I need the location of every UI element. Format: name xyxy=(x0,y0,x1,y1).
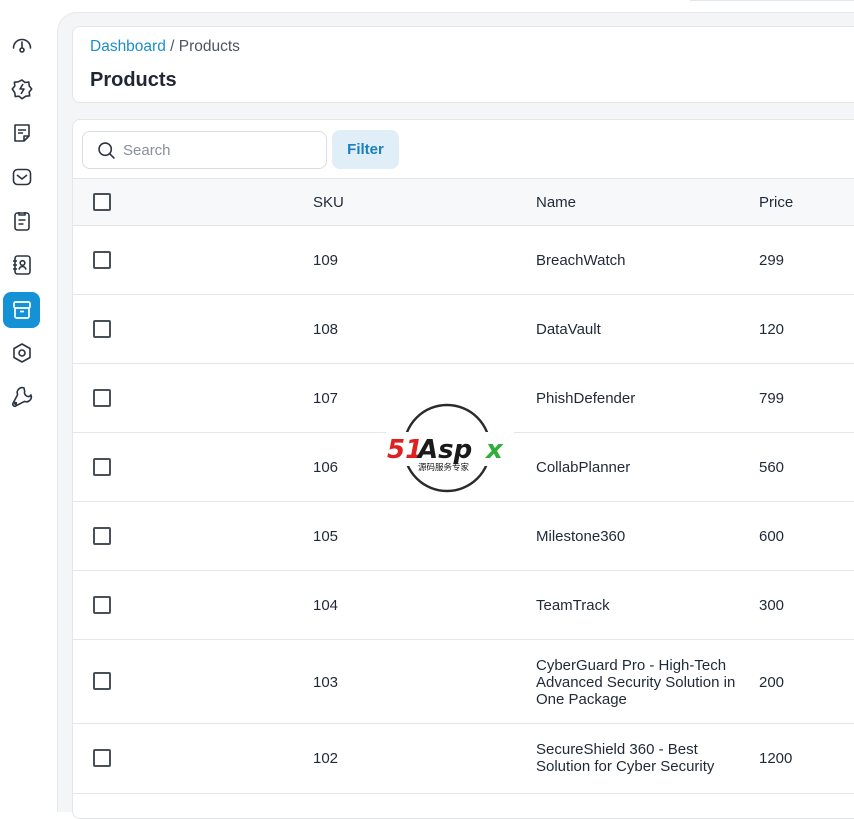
table-header: SKU Name Price xyxy=(73,178,854,226)
table-row[interactable]: 105 Milestone360 600 xyxy=(73,502,854,571)
row-checkbox[interactable] xyxy=(93,672,111,690)
cell-name: BreachWatch xyxy=(536,252,626,269)
svg-text:Asp: Asp xyxy=(416,435,472,465)
row-checkbox[interactable] xyxy=(93,251,111,269)
row-checkbox[interactable] xyxy=(93,527,111,545)
cell-name: CollabPlanner xyxy=(536,459,631,476)
svg-text:源码服务专家: 源码服务专家 xyxy=(418,462,470,473)
page-title: Products xyxy=(90,69,177,91)
cell-price: 300 xyxy=(759,597,785,614)
row-checkbox[interactable] xyxy=(93,749,111,767)
sidebar xyxy=(0,0,44,786)
table-row[interactable]: 104 TeamTrack 300 xyxy=(73,571,854,640)
cell-sku: 104 xyxy=(313,597,339,614)
sidebar-item-contacts[interactable] xyxy=(3,247,40,283)
sidebar-item-tools[interactable] xyxy=(3,379,40,415)
breadcrumb-link-dashboard[interactable]: Dashboard xyxy=(90,38,166,55)
cell-sku: 107 xyxy=(313,390,339,407)
cell-name: CyberGuard Pro - High-Tech Advanced Secu… xyxy=(536,657,736,708)
cell-price: 200 xyxy=(759,674,785,691)
cell-name: TeamTrack xyxy=(536,597,610,614)
cell-price: 600 xyxy=(759,528,785,545)
select-all-checkbox[interactable] xyxy=(93,193,111,211)
contacts-icon xyxy=(12,255,31,275)
svg-text:x: x xyxy=(484,435,504,465)
sidebar-item-products[interactable] xyxy=(3,292,40,328)
page-header: Dashboard / Products Products xyxy=(72,26,854,103)
sidebar-item-notes[interactable] xyxy=(3,115,40,151)
column-header-sku[interactable]: SKU xyxy=(313,194,344,211)
row-checkbox[interactable] xyxy=(93,458,111,476)
watermark-badge-icon: 51 Asp x 源码服务专家 xyxy=(386,403,514,493)
cell-price: 560 xyxy=(759,459,785,476)
table-row[interactable]: 103 CyberGuard Pro - High-Tech Advanced … xyxy=(73,640,854,724)
column-header-price[interactable]: Price xyxy=(759,194,793,211)
products-box-icon xyxy=(12,301,31,319)
row-checkbox[interactable] xyxy=(93,320,111,338)
table-row[interactable]: 108 DataVault 120 xyxy=(73,295,854,364)
cell-name: PhishDefender xyxy=(536,390,636,407)
column-header-name[interactable]: Name xyxy=(536,194,576,211)
integrations-icon xyxy=(11,79,32,100)
cell-price: 120 xyxy=(759,321,785,338)
row-checkbox[interactable] xyxy=(93,596,111,614)
search-icon xyxy=(98,142,115,159)
cell-sku: 108 xyxy=(313,321,339,338)
breadcrumb-separator: / xyxy=(170,38,175,55)
cell-sku: 106 xyxy=(313,459,339,476)
cell-name: SecureShield 360 - Best Solution for Cyb… xyxy=(536,741,715,775)
search-input[interactable] xyxy=(123,140,318,160)
sidebar-item-dashboard[interactable] xyxy=(3,27,40,63)
watermark-logo: 51 Asp x 源码服务专家 xyxy=(386,402,514,494)
sidebar-item-inbox[interactable] xyxy=(3,159,40,195)
cell-sku: 109 xyxy=(313,252,339,269)
sidebar-item-clipboard[interactable] xyxy=(3,203,40,239)
cell-sku: 105 xyxy=(313,528,339,545)
wrench-icon xyxy=(11,386,32,407)
search-box[interactable] xyxy=(82,131,327,169)
breadcrumb: Dashboard / Products xyxy=(90,38,240,56)
sidebar-item-settings[interactable] xyxy=(3,335,40,371)
cell-price: 299 xyxy=(759,252,785,269)
notes-icon xyxy=(13,124,30,142)
row-checkbox[interactable] xyxy=(93,389,111,407)
table-row[interactable]: 102 SecureShield 360 - Best Solution for… xyxy=(73,724,854,794)
dashboard-gauge-icon xyxy=(12,38,31,53)
inbox-icon xyxy=(12,168,31,186)
cell-price: 799 xyxy=(759,390,785,407)
cell-name: Milestone360 xyxy=(536,528,626,545)
cell-sku: 102 xyxy=(313,750,339,767)
top-bar-divider xyxy=(690,0,854,1)
cell-price: 1200 xyxy=(759,750,793,767)
breadcrumb-current: Products xyxy=(178,38,240,55)
sidebar-item-integrations[interactable] xyxy=(3,71,40,107)
clipboard-icon xyxy=(13,212,30,231)
table-row[interactable]: 109 BreachWatch 299 xyxy=(73,226,854,295)
settings-hexagon-icon xyxy=(12,343,31,363)
cell-name: DataVault xyxy=(536,321,601,338)
filter-button[interactable]: Filter xyxy=(332,130,399,169)
cell-sku: 103 xyxy=(313,674,339,691)
